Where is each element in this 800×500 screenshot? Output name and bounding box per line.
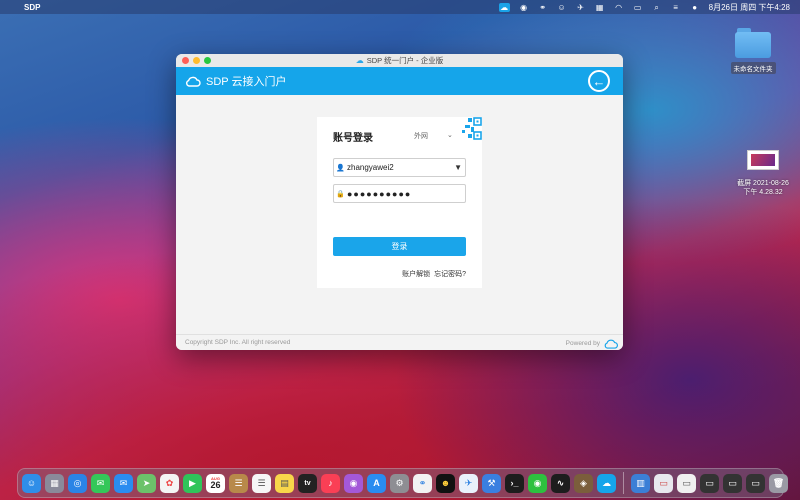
copyright-text: Copyright SDP Inc. All right reserved [185,339,291,346]
password-value: ●●●●●●●●●● [347,188,412,199]
menu-extras: ☁ ◉ ⚭ ☺ ✈ ▦ ◠ ▭ ⌕ ≡ ● 8月26日 周四 下午4:28 [498,0,790,14]
arrow-left-icon: ← [592,73,606,89]
battery-icon[interactable]: ▭ [633,3,643,12]
trash-icon[interactable]: 🗑 [769,473,788,493]
username-input[interactable]: 👤 zhangyawei2 ▼ [333,158,466,177]
forgot-password-link[interactable]: 忘记密码? [434,269,466,279]
wifi-icon[interactable]: ◠ [614,3,624,12]
title-cloud-icon: ☁ [355,56,364,65]
app-brand-title: SDP 云接入门户 [206,76,287,88]
login-title: 账号登录 [333,133,373,144]
recent-doc-icon[interactable]: ▭ [677,473,696,493]
account-dropdown-icon[interactable]: ▼ [454,163,462,172]
wechat-icon[interactable]: ◉ [528,473,547,493]
messages-icon[interactable]: ✉ [91,473,110,493]
feishu-icon[interactable]: ✈ [459,473,478,493]
menu-clock[interactable]: 8月26日 周四 下午4:28 [709,2,790,13]
siri-icon[interactable]: ● [690,3,700,12]
sdp-window: ☁ SDP 统一门户 - 企业版 SDP 云接入门户 ← 账号登录 外网 ⌄ 👤… [176,54,623,350]
cloud-logo-icon [186,76,201,87]
sdp-status-icon[interactable]: ☁ [498,2,510,12]
back-button[interactable]: ← [588,70,610,92]
screenshot-app-icon[interactable]: ◈ [574,473,593,493]
lock-icon: 🔒 [336,190,345,198]
password-input[interactable]: 🔒 ●●●●●●●●●● [333,184,466,203]
window-controls [182,57,211,64]
calendar-icon[interactable]: AUG 26 [206,473,225,493]
desktop-folder[interactable]: 未命名文件夹 [728,28,778,76]
chevron-down-icon: ⌄ [447,132,453,139]
apple-tv-icon[interactable]: tv [298,473,317,493]
minimize-window-button[interactable] [193,57,200,64]
minimized-window-1-icon[interactable]: ▭ [700,473,719,493]
activity-monitor-icon[interactable]: ∿ [551,473,570,493]
qq-icon[interactable]: ☻ [436,473,455,493]
launchpad-icon[interactable]: ▦ [45,473,64,493]
bird-status-icon[interactable]: ✈ [576,3,586,12]
desktop-folder-label: 未命名文件夹 [730,62,776,74]
system-preferences-icon[interactable]: ⚙ [390,473,409,493]
close-window-button[interactable] [182,57,189,64]
dock-separator [623,472,624,494]
maps-icon[interactable]: ➤ [137,473,156,493]
mail-icon[interactable]: ✉ [114,473,133,493]
menu-bar: SDP ☁ ◉ ⚭ ☺ ✈ ▦ ◠ ▭ ⌕ ≡ ● 8月26日 周四 下午4:2… [0,0,800,14]
login-card: 账号登录 外网 ⌄ 👤 zhangyawei2 ▼ 🔒 ●●●●●●●●●● 登… [317,117,482,288]
qr-code-login-icon[interactable] [459,117,482,140]
minimized-window-3-icon[interactable]: ▭ [746,473,765,493]
window-titlebar[interactable]: ☁ SDP 统一门户 - 企业版 [176,54,623,67]
window-title: SDP 统一门户 - 企业版 [366,56,444,65]
folder-icon [735,28,771,58]
facetime-icon[interactable]: ▶ [183,473,202,493]
user-status-icon[interactable]: ☺ [557,3,567,12]
minimized-window-2-icon[interactable]: ▭ [723,473,742,493]
login-button[interactable]: 登录 [333,237,466,256]
screenshot-label-line1: 截屏 2021-08-26 [737,180,789,187]
recent-screenshot-icon[interactable]: ▭ [654,473,673,493]
dock: ☺ ▦ ◎ ✉ ✉ ➤ ✿ ▶ AUG 26 ☰ ☰ ▤ tv ♪ ◉ A ⚙ … [17,468,788,498]
app-store-icon[interactable]: A [367,473,386,493]
reminders-icon[interactable]: ☰ [252,473,271,493]
terminal-icon[interactable]: ›_ [505,473,524,493]
user-icon: 👤 [336,164,345,172]
username-value: zhangyawei2 [347,163,394,172]
photos-icon[interactable]: ✿ [160,473,179,493]
finder-icon[interactable]: ☺ [22,473,41,493]
calendar-day: 26 [210,480,221,490]
screenshot-label-line2: 下午 4.28.32 [743,189,783,196]
sdp-dock-icon[interactable]: ☁ [597,473,616,493]
baidu-netdisk-icon[interactable]: ⚭ [413,473,432,493]
menu-app-name[interactable]: SDP [24,3,40,12]
downloads-stack-icon[interactable]: ▥ [631,473,650,493]
network-select[interactable]: 外网 ⌄ [414,131,453,141]
safari-icon[interactable]: ◎ [68,473,87,493]
maximize-window-button[interactable] [204,57,211,64]
network-select-value: 外网 [414,133,428,140]
powered-by: Powered by [566,338,619,349]
spotlight-search-icon[interactable]: ⌕ [652,3,662,12]
desktop-screenshot-file[interactable]: 截屏 2021-08-26 下午 4.28.32 [730,150,796,197]
screenshot-thumbnail-icon [747,150,779,170]
control-center-icon[interactable]: ≡ [671,3,681,12]
share-status-icon[interactable]: ⚭ [538,3,548,12]
powered-by-label: Powered by [565,340,600,347]
tv-label: tv [304,479,311,487]
powered-by-cloud-icon [604,339,618,349]
unlock-account-link[interactable]: 账户解锁 [402,269,430,279]
window-footer: Copyright SDP Inc. All right reserved Po… [176,334,623,350]
grid-status-icon[interactable]: ▦ [595,3,605,12]
app-header: SDP 云接入门户 ← [176,67,623,95]
podcasts-icon[interactable]: ◉ [344,473,363,493]
music-icon[interactable]: ♪ [321,473,340,493]
wechat-status-icon[interactable]: ◉ [519,3,529,12]
contacts-icon[interactable]: ☰ [229,473,248,493]
xcode-icon[interactable]: ⚒ [482,473,501,493]
login-links: 账户解锁 忘记密码? [402,269,466,279]
notes-icon[interactable]: ▤ [275,473,294,493]
